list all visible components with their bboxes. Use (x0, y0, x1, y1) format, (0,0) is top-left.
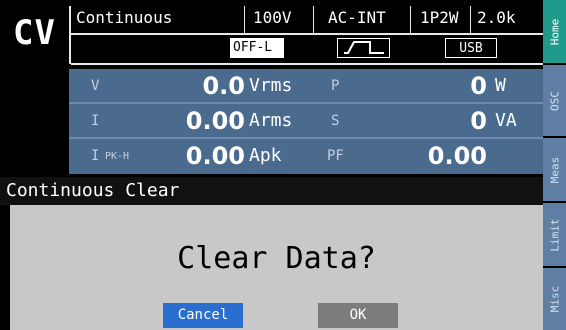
dialog-title: Continuous Clear (0, 177, 543, 205)
header-divider (244, 6, 245, 33)
power-label: P (331, 78, 340, 94)
ok-button[interactable]: OK (318, 303, 398, 328)
peak-current-value: 0.00 (185, 142, 245, 170)
power-factor-label: PF (327, 148, 344, 164)
signal-source: AC-INT (328, 8, 386, 27)
apparent-power-value: 0 (470, 107, 487, 135)
header-divider (71, 63, 543, 65)
tab-misc[interactable]: Misc (543, 268, 566, 330)
row-divider (69, 102, 543, 104)
cancel-button[interactable]: Cancel (163, 303, 243, 328)
interface-badge: USB (445, 38, 497, 58)
voltage-range: 100V (253, 8, 292, 27)
measurement-panel: V 0.0 Vrms P 0 W I 0.00 Arms S 0 VA I PK… (69, 69, 543, 174)
header-divider (470, 6, 471, 33)
square-wave-icon (344, 41, 384, 54)
header-divider (69, 6, 71, 64)
power-factor-value: 0.00 (427, 142, 487, 170)
apparent-power-label: S (331, 113, 340, 129)
power-value: 0 (470, 72, 487, 100)
header-divider (410, 6, 411, 33)
current-value: 0.00 (185, 107, 245, 135)
tab-meas[interactable]: Meas (543, 138, 566, 203)
header-divider (71, 33, 543, 35)
clear-dialog: Clear Data? Cancel OK (10, 205, 543, 330)
apparent-power-unit: VA (495, 110, 517, 131)
tab-limit[interactable]: Limit (543, 203, 566, 268)
sequence-title: Continuous (76, 8, 173, 27)
peak-current-sublabel: PK-H (105, 151, 130, 162)
output-state-badge: OFF-L (230, 38, 284, 58)
row-divider (69, 137, 543, 139)
peak-current-label: I (91, 148, 100, 164)
control-mode-indicator: CV (0, 0, 69, 66)
wiring-mode: 1P2W (420, 8, 459, 27)
tab-home[interactable]: Home (543, 0, 566, 65)
dialog-message: Clear Data? (177, 241, 376, 276)
tab-osc[interactable]: OSC (543, 65, 566, 138)
header-divider (313, 6, 314, 33)
current-range: 2.0k (477, 8, 516, 27)
waveform-badge (337, 38, 390, 58)
current-label: I (91, 113, 100, 129)
peak-current-unit: Apk (249, 145, 282, 166)
power-unit: W (495, 75, 506, 96)
voltage-label: V (91, 78, 100, 94)
current-unit: Arms (249, 110, 293, 131)
voltage-value: 0.0 (202, 72, 245, 100)
voltage-unit: Vrms (249, 75, 293, 96)
